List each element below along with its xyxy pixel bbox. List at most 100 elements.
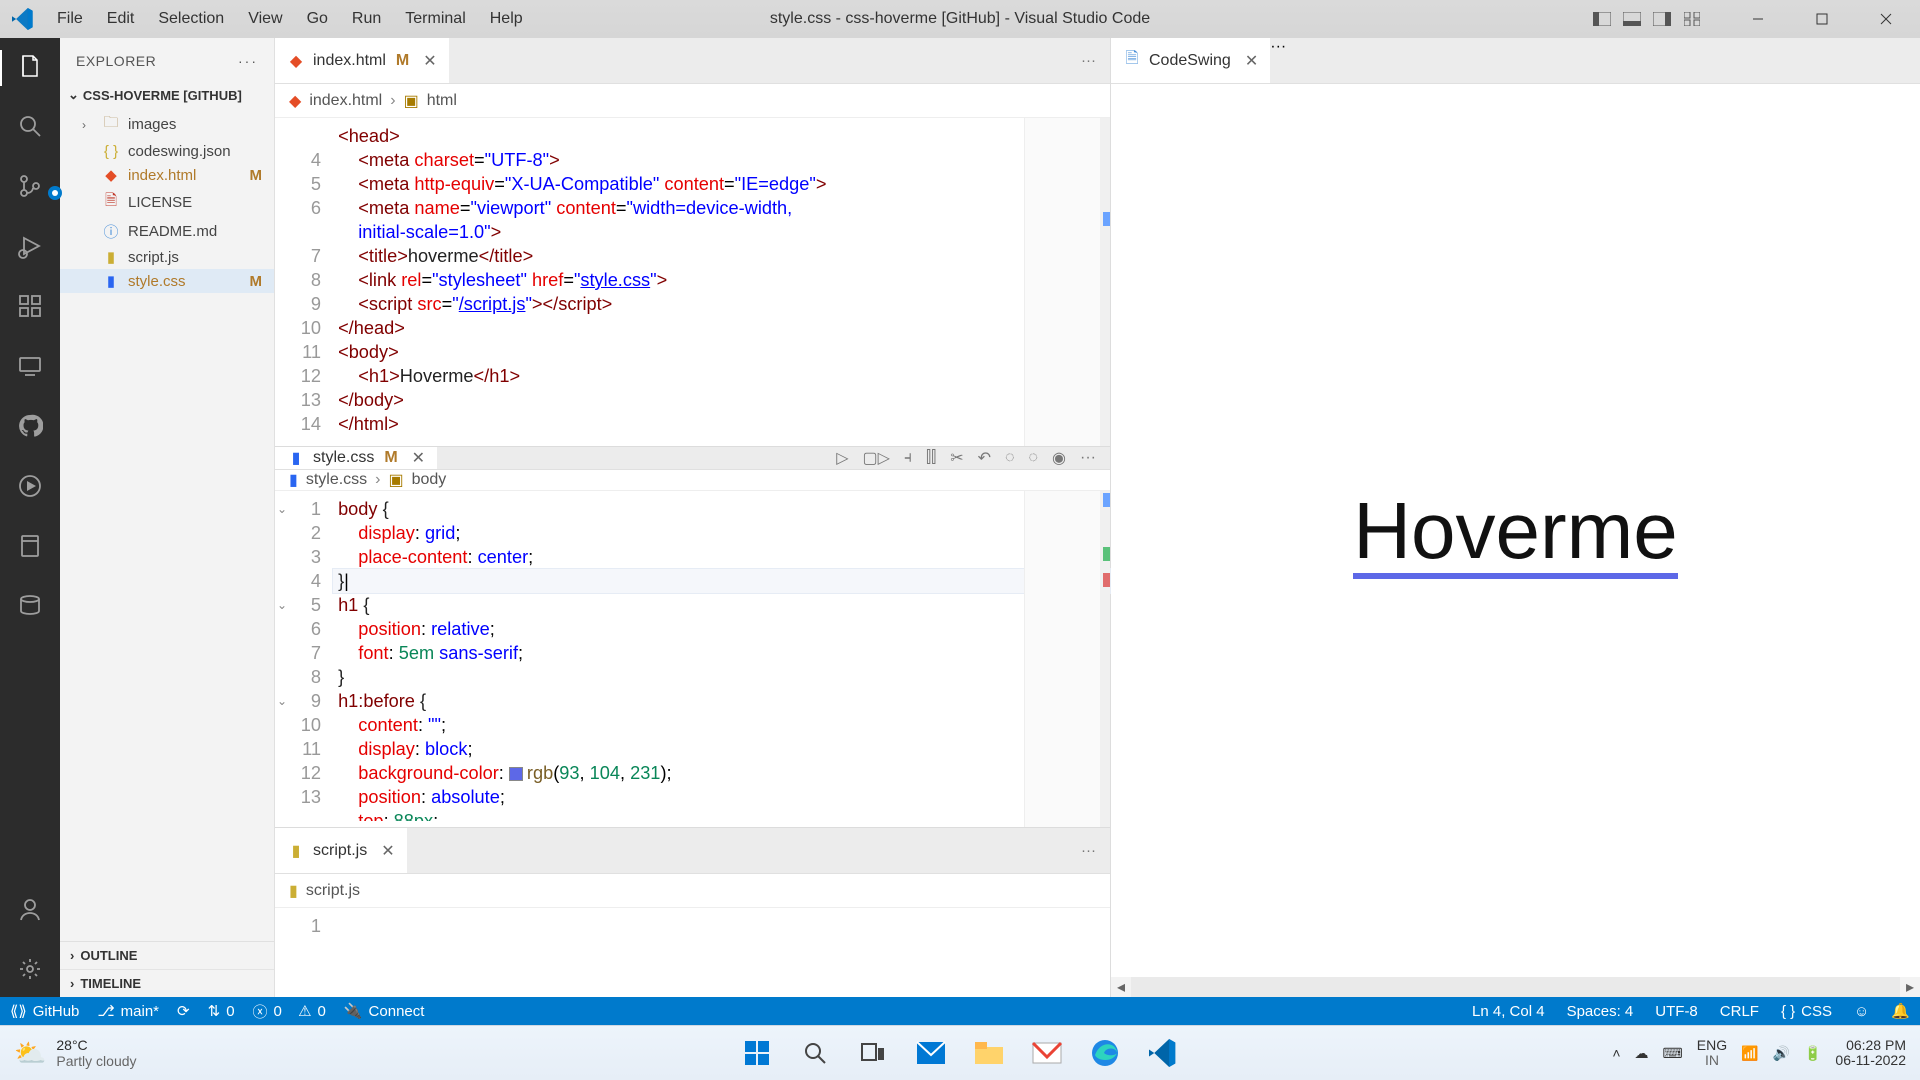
edge-icon[interactable] (1085, 1033, 1125, 1073)
close-icon[interactable]: ✕ (381, 841, 394, 861)
tab-script-js[interactable]: ▮ script.js ✕ (275, 828, 407, 873)
onedrive-icon[interactable]: ☁ (1635, 1045, 1649, 1062)
toggle-panel-icon[interactable] (1622, 11, 1642, 27)
fold-icon[interactable]: ⌄ (277, 497, 287, 521)
toggle-sidebar-left-icon[interactable] (1592, 11, 1612, 27)
preview-scrollbar[interactable]: ◂ ▸ (1111, 977, 1920, 997)
bookmarks-icon[interactable] (14, 530, 46, 562)
breadcrumbs-html[interactable]: ◆ index.html › ▣ html (275, 84, 1110, 118)
status-eol[interactable]: CRLF (1720, 1003, 1759, 1020)
more-icon[interactable]: ··· (1081, 52, 1096, 69)
tree-item-script[interactable]: ▮ script.js (60, 245, 274, 269)
menu-selection[interactable]: Selection (146, 10, 236, 28)
extensions-icon[interactable] (14, 290, 46, 322)
status-connect[interactable]: 🔌Connect (344, 1002, 425, 1020)
status-bell[interactable]: 🔔 (1891, 1002, 1910, 1020)
step-over-icon[interactable]: ▢▷ (863, 448, 890, 468)
magic-icon[interactable]: ✂ (950, 448, 963, 468)
menu-terminal[interactable]: Terminal (393, 10, 477, 28)
breadcrumb-item[interactable]: html (427, 92, 457, 110)
window-close-button[interactable] (1858, 0, 1914, 38)
breadcrumb-item[interactable]: body (412, 471, 447, 489)
library-icon[interactable]: ⫿⫿ (926, 449, 936, 467)
start-button[interactable] (737, 1033, 777, 1073)
breadcrumb-item[interactable]: style.css (306, 471, 367, 489)
window-maximize-button[interactable] (1794, 0, 1850, 38)
battery-icon[interactable]: 🔋 (1804, 1045, 1821, 1062)
tree-item-images[interactable]: › 🗀 images (60, 109, 274, 140)
language-indicator[interactable]: ENGIN (1697, 1038, 1727, 1068)
close-icon[interactable]: ✕ (1245, 51, 1258, 71)
code-content[interactable]: body { display: grid; place-content: cen… (333, 491, 1110, 827)
history-fwd-icon[interactable]: ◌ (1029, 449, 1039, 467)
minimap-slider[interactable] (1100, 491, 1110, 827)
source-control-icon[interactable] (14, 170, 46, 202)
test-icon[interactable] (14, 470, 46, 502)
search-icon[interactable] (14, 110, 46, 142)
minimap-slider[interactable] (1100, 118, 1110, 446)
toggle-sidebar-right-icon[interactable] (1652, 11, 1672, 27)
tray-chevron-icon[interactable]: ˄ (1612, 1045, 1620, 1061)
wifi-icon[interactable]: 📶 (1741, 1045, 1758, 1062)
explorer-icon[interactable] (14, 50, 46, 82)
gmail-icon[interactable] (1027, 1033, 1067, 1073)
fold-icon[interactable]: ⌄ (277, 593, 287, 617)
file-explorer-icon[interactable] (969, 1033, 1009, 1073)
more-icon[interactable]: ··· (1270, 38, 1286, 55)
keyboard-icon[interactable]: ⌨ (1663, 1045, 1683, 1062)
volume-icon[interactable]: 🔊 (1773, 1045, 1790, 1062)
tab-codeswing[interactable]: 🗎 CodeSwing ✕ (1111, 38, 1270, 83)
breadcrumb-item[interactable]: index.html (309, 92, 382, 110)
tree-item-style[interactable]: ▮ style.css M (60, 269, 274, 293)
preview-content[interactable]: Hoverme (1111, 84, 1920, 977)
more-icon[interactable]: ··· (1080, 449, 1096, 467)
status-problems[interactable]: ⓧ0 ⚠0 (253, 1001, 326, 1022)
remote-explorer-icon[interactable] (14, 350, 46, 382)
menu-file[interactable]: File (45, 10, 95, 28)
scroll-left-icon[interactable]: ◂ (1111, 977, 1131, 997)
menu-help[interactable]: Help (478, 10, 535, 28)
menu-view[interactable]: View (236, 10, 294, 28)
mail-app-icon[interactable] (911, 1033, 951, 1073)
menu-edit[interactable]: Edit (95, 10, 147, 28)
status-sync[interactable]: ⟳ (177, 1002, 190, 1020)
breadcrumbs-css[interactable]: ▮ style.css › ▣ body (275, 470, 1110, 491)
accounts-icon[interactable] (14, 893, 46, 925)
tree-item-readme[interactable]: ⓘ README.md (60, 218, 274, 245)
window-minimize-button[interactable] (1730, 0, 1786, 38)
run-icon[interactable]: ▷ (836, 448, 848, 468)
settings-gear-icon[interactable] (14, 953, 46, 985)
split-editor-icon[interactable]: ⫞ (904, 449, 912, 467)
scroll-track[interactable] (1131, 977, 1900, 997)
explorer-more-icon[interactable]: ··· (238, 53, 258, 69)
fold-icon[interactable]: ⌄ (277, 689, 287, 713)
status-branch[interactable]: ⎇main* (97, 1002, 159, 1020)
code-editor-js[interactable]: 1 (275, 908, 1110, 997)
tab-index-html[interactable]: ◆ index.html M ✕ (275, 38, 449, 83)
live-icon[interactable]: ◉ (1052, 448, 1066, 468)
status-language[interactable]: { }CSS (1781, 1003, 1832, 1020)
status-feedback[interactable]: ☺ (1854, 1003, 1869, 1020)
menu-go[interactable]: Go (295, 10, 340, 28)
scroll-right-icon[interactable]: ▸ (1900, 977, 1920, 997)
undo-icon[interactable]: ↶ (978, 448, 991, 468)
taskbar-clock[interactable]: 06:28 PM06-11-2022 (1835, 1038, 1906, 1068)
status-encoding[interactable]: UTF-8 (1655, 1003, 1698, 1020)
minimap[interactable] (1024, 491, 1110, 827)
history-back-icon[interactable]: ◌ (1005, 449, 1015, 467)
layout-grid-icon[interactable] (1682, 11, 1702, 27)
timeline-section[interactable]: ›TIMELINE (60, 969, 274, 997)
code-editor-html[interactable]: 4567891011121314 <head> <meta charset="U… (275, 118, 1110, 446)
close-icon[interactable]: ✕ (423, 51, 436, 71)
tree-item-index[interactable]: ◆ index.html M (60, 163, 274, 187)
folder-header[interactable]: ⌄ CSS-HOVERME [GITHUB] (60, 83, 274, 107)
more-icon[interactable]: ··· (1081, 842, 1096, 859)
menu-run[interactable]: Run (340, 10, 393, 28)
status-position[interactable]: Ln 4, Col 4 (1472, 1003, 1545, 1020)
database-icon[interactable] (14, 590, 46, 622)
tab-style-css[interactable]: ▮ style.css M ✕ (275, 447, 437, 469)
breadcrumb-item[interactable]: script.js (306, 882, 360, 900)
minimap[interactable] (1024, 118, 1110, 446)
outline-section[interactable]: ›OUTLINE (60, 942, 274, 969)
github-icon[interactable] (14, 410, 46, 442)
